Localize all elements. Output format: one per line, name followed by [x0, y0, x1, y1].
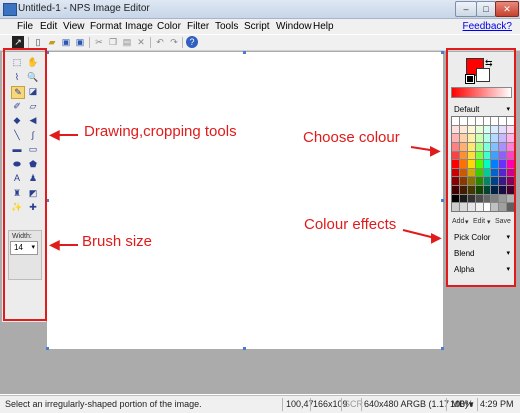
- annotation-tools-text: Drawing,cropping tools: [84, 123, 237, 140]
- arrow-left-icon: ◀: [49, 126, 60, 142]
- maximize-button[interactable]: □: [476, 1, 496, 17]
- window-title: Untitled-1 - NPS Image Editor: [18, 3, 150, 14]
- menu-edit[interactable]: Edit: [40, 21, 57, 32]
- toolbar-separator: [28, 37, 29, 48]
- menu-image[interactable]: Image: [125, 21, 153, 32]
- menu-format[interactable]: Format: [90, 21, 122, 32]
- menu-file[interactable]: File: [17, 21, 33, 32]
- menu-help[interactable]: Help: [313, 21, 334, 32]
- new-file-icon[interactable]: ▯: [32, 36, 44, 48]
- annotation-brush-text: Brush size: [82, 233, 153, 250]
- resize-handle[interactable]: [441, 199, 444, 202]
- toolbar: ↗ ▯ ▰ ▣ ▣ ✂ ❐ ▤ ✕ ↶ ↷ ?: [0, 35, 520, 51]
- toolbar-separator: [89, 37, 90, 48]
- menu-script[interactable]: Script: [244, 21, 270, 32]
- resize-handle[interactable]: [243, 347, 246, 350]
- status-separator: [341, 398, 342, 411]
- toolbar-separator: [150, 37, 151, 48]
- color-highlight-box: [446, 48, 516, 287]
- undo-icon[interactable]: ↶: [154, 36, 166, 48]
- title-bar: Untitled-1 - NPS Image Editor – □ ✕: [0, 0, 520, 19]
- status-separator: [477, 398, 478, 411]
- resize-handle[interactable]: [243, 51, 246, 54]
- image-canvas[interactable]: [47, 52, 443, 349]
- menu-tools[interactable]: Tools: [215, 21, 238, 32]
- menu-view[interactable]: View: [63, 21, 85, 32]
- paste-icon[interactable]: ▤: [121, 36, 133, 48]
- feedback-link[interactable]: Feedback?: [463, 21, 512, 32]
- status-separator: [446, 398, 447, 411]
- status-separator: [361, 398, 362, 411]
- tools-highlight-box: [3, 48, 47, 321]
- clock-time: 4:29 PM: [480, 399, 514, 409]
- annotation-effects-text: Colour effects: [304, 216, 397, 233]
- resize-handle[interactable]: [441, 347, 444, 350]
- delete-icon[interactable]: ✕: [135, 36, 147, 48]
- close-button[interactable]: ✕: [495, 1, 519, 17]
- annotation-colour-text: Choose colour: [303, 129, 400, 146]
- save-icon[interactable]: ▣: [60, 36, 72, 48]
- arrow-right-icon: ▶: [431, 229, 442, 245]
- menu-color[interactable]: Color: [157, 21, 181, 32]
- status-separator: [282, 398, 283, 411]
- save-as-icon[interactable]: ▣: [74, 36, 86, 48]
- cut-icon[interactable]: ✂: [93, 36, 105, 48]
- selection-size: 166x109: [313, 399, 348, 409]
- app-icon: [3, 3, 17, 16]
- toolbar-separator: [182, 37, 183, 48]
- redo-icon[interactable]: ↷: [168, 36, 180, 48]
- minimize-button[interactable]: –: [455, 1, 477, 17]
- menu-window[interactable]: Window: [276, 21, 312, 32]
- select-tool-icon[interactable]: ↗: [12, 36, 24, 48]
- copy-icon[interactable]: ❐: [107, 36, 119, 48]
- menu-filter[interactable]: Filter: [187, 21, 209, 32]
- help-icon[interactable]: ?: [186, 36, 198, 48]
- arrow-right-icon: ▶: [430, 142, 441, 158]
- status-separator: [310, 398, 311, 411]
- resize-handle[interactable]: [46, 347, 49, 350]
- open-folder-icon[interactable]: ▰: [46, 36, 58, 48]
- chevron-down-icon[interactable]: ▾: [469, 399, 474, 410]
- menu-bar: File Edit View Format Image Color Filter…: [0, 19, 520, 34]
- status-message: Select an irregularly-shaped portion of …: [5, 399, 202, 409]
- resize-handle[interactable]: [441, 51, 444, 54]
- status-bar: Select an irregularly-shaped portion of …: [0, 395, 520, 413]
- arrow-left-icon: ◀: [49, 236, 60, 252]
